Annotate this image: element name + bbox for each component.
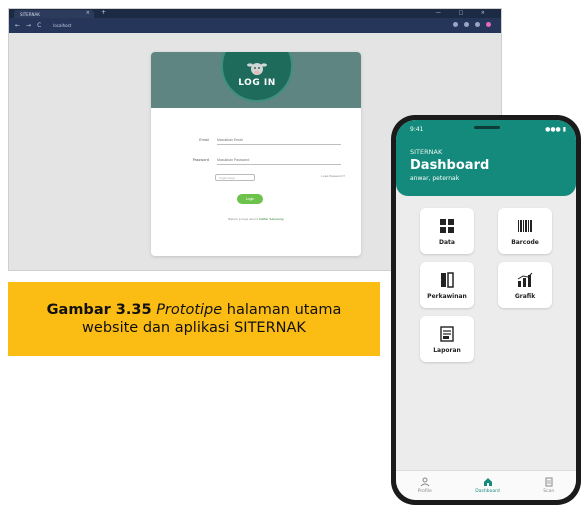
back-icon[interactable]: ← <box>15 22 20 29</box>
login-title: LOG IN <box>238 78 276 88</box>
toolbar-extensions <box>453 22 491 27</box>
menu-label: Data <box>439 238 455 246</box>
menu-label: Grafik <box>514 292 536 300</box>
app-name: SITERNAK <box>410 148 443 156</box>
email-field[interactable] <box>217 136 341 145</box>
nav-label: Scan <box>543 489 555 494</box>
barcode-icon <box>518 219 532 232</box>
browser-tab[interactable]: SITERNAK × <box>14 10 94 18</box>
forgot-password-link[interactable]: Lupa Password? <box>321 174 345 178</box>
caption-italic: Prototipe <box>156 302 223 318</box>
window-controls[interactable]: — □ × <box>436 10 493 16</box>
figure-caption: Gambar 3.35 Prototipe halaman utama webs… <box>8 282 380 356</box>
browser-tab-title: SITERNAK <box>20 11 40 17</box>
password-label: Password <box>192 158 209 162</box>
user-subtitle: anwar, peternak <box>410 175 460 182</box>
remember-row: Ingat Saya Lupa Password? <box>151 174 361 184</box>
browser-toolbar: ← → C localhost <box>9 18 501 33</box>
page-title: Dashboard <box>410 158 490 173</box>
cow-icon <box>247 63 267 75</box>
register-text: Belum punya akun? <box>228 217 259 221</box>
nav-label: Profile <box>417 489 432 494</box>
menu-icon[interactable] <box>475 22 480 27</box>
tab-close-icon[interactable]: × <box>86 10 90 16</box>
status-bar: 9:41 ●●● ▮ <box>396 120 576 142</box>
password-row: Password <box>151 156 361 166</box>
nav-profile[interactable]: Profile <box>418 477 432 494</box>
chart-icon <box>517 272 533 287</box>
browser-tabbar: SITERNAK × + — □ × <box>9 9 501 18</box>
menu-card-perkawinan[interactable]: Perkawinan <box>420 262 474 308</box>
profile-avatar[interactable] <box>486 22 491 27</box>
reload-icon[interactable]: C <box>37 22 41 29</box>
forward-icon[interactable]: → <box>26 22 31 29</box>
phone-notch <box>474 126 500 129</box>
menu-label: Barcode <box>511 238 539 246</box>
home-icon <box>483 478 492 486</box>
email-row: Email <box>151 136 361 146</box>
login-logo-circle: LOG IN <box>221 52 293 102</box>
scan-icon <box>545 477 553 487</box>
login-header: LOG IN <box>151 52 361 108</box>
login-card: LOG IN Email Password Ingat Saya Lupa Pa… <box>151 52 361 256</box>
caption-number: Gambar 3.35 <box>46 302 152 318</box>
menu-card-data[interactable]: Data <box>420 208 474 254</box>
new-tab-icon[interactable]: + <box>101 9 106 16</box>
remember-checkbox[interactable]: Ingat Saya <box>215 174 255 181</box>
phone-screen: 9:41 ●●● ▮ SITERNAK Dashboard anwar, pet… <box>396 120 576 500</box>
bottom-nav: Profile Dashboard Scan <box>396 470 576 500</box>
report-icon <box>440 325 454 342</box>
nav-label: Dashboard <box>475 489 500 494</box>
login-button[interactable]: Login <box>237 194 263 204</box>
figure-stage: SITERNAK × + — □ × ← → C localhost LOG I… <box>0 0 585 509</box>
menu-label: Perkawinan <box>427 292 467 300</box>
menu-card-barcode[interactable]: Barcode <box>498 208 552 254</box>
door-icon <box>441 271 454 288</box>
email-label: Email <box>199 138 209 142</box>
register-prompt: Belum punya akun? Daftar Sekarang <box>201 217 311 221</box>
address-bar[interactable]: localhost <box>53 23 71 28</box>
nav-scan[interactable]: Scan <box>543 477 554 494</box>
menu-card-laporan[interactable]: Laporan <box>420 316 474 362</box>
status-indicators: ●●● ▮ <box>545 126 566 133</box>
grid-icon <box>440 218 454 233</box>
status-time: 9:41 <box>410 126 424 133</box>
nav-dashboard[interactable]: Dashboard <box>475 477 500 494</box>
menu-card-grafik[interactable]: Grafik <box>498 262 552 308</box>
menu-label: Laporan <box>433 346 461 354</box>
phone-frame: 9:41 ●●● ▮ SITERNAK Dashboard anwar, pet… <box>391 115 581 505</box>
caption-text: Gambar 3.35 Prototipe halaman utama webs… <box>44 301 344 337</box>
register-link[interactable]: Daftar Sekarang <box>259 217 284 221</box>
extension-icon[interactable] <box>453 22 458 27</box>
profile-icon <box>420 477 430 487</box>
app-header: SITERNAK Dashboard anwar, peternak <box>396 142 576 196</box>
extension-icon[interactable] <box>464 22 469 27</box>
password-field[interactable] <box>217 156 341 165</box>
